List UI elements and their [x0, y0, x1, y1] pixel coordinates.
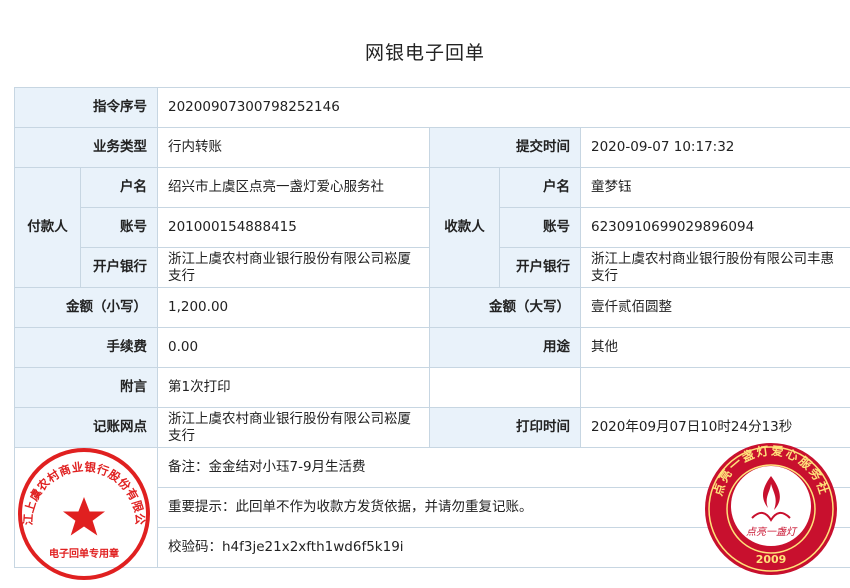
row-fee: 手续费 0.00 用途 其他	[14, 327, 850, 368]
print-time-label: 打印时间	[429, 407, 581, 448]
row-business-type: 业务类型 行内转账 提交时间 2020-09-07 10:17:32	[14, 127, 850, 168]
business-type-value: 行内转账	[157, 127, 430, 168]
row-postscript: 附言 第1次打印	[14, 367, 850, 408]
page-title: 网银电子回单	[364, 42, 485, 64]
postscript-label: 附言	[14, 367, 158, 408]
star-icon	[63, 497, 105, 536]
payer-account-label: 账号	[80, 207, 158, 248]
payer-bank-label: 开户银行	[80, 247, 158, 288]
row-amounts: 金额（小写） 1,200.00 金额（大写） 壹仟贰佰圆整	[14, 287, 850, 328]
payer-account-value: 201000154888415	[157, 207, 430, 248]
submit-time-value: 2020-09-07 10:17:32	[579, 127, 850, 168]
submit-time-label: 提交时间	[429, 127, 581, 168]
instruction-no-value: 20200907300798252146	[156, 87, 850, 128]
payee-account-value: 6230910699029896094	[579, 207, 850, 248]
payer-name-label: 户名	[80, 167, 158, 208]
payee-bank-value: 浙江上虞农村商业银行股份有限公司丰惠支行	[579, 247, 850, 288]
empty-cell	[579, 367, 850, 408]
amount-small-label: 金额（小写）	[14, 287, 158, 328]
bank-seal: 浙江上虞农村商业银行股份有限公司 电子回单专用章	[12, 445, 150, 580]
instruction-no-label: 指令序号	[14, 87, 158, 128]
amount-small-value: 1,200.00	[157, 287, 430, 328]
empty-cell	[429, 367, 581, 408]
payee-account-label: 账号	[499, 207, 581, 248]
business-type-label: 业务类型	[14, 127, 158, 168]
club-seal-year: 2009	[756, 553, 787, 566]
fee-value: 0.00	[157, 327, 430, 368]
row-names: 付款人 户名 绍兴市上虞区点亮一盏灯爱心服务社 收款人 户名 童梦钰	[14, 167, 850, 288]
fee-label: 手续费	[14, 327, 158, 368]
club-seal: 点亮一盏灯爱心服务社 点亮一盏灯 2009	[705, 443, 837, 575]
row-instruction-no: 指令序号 20200907300798252146	[14, 87, 850, 128]
branch-label: 记账网点	[14, 407, 158, 448]
amount-big-label: 金额（大写）	[429, 287, 581, 328]
club-seal-center: 点亮一盏灯	[746, 526, 798, 538]
payee-group-label: 收款人	[429, 167, 500, 288]
payer-name-value: 绍兴市上虞区点亮一盏灯爱心服务社	[157, 167, 430, 208]
amount-big-value: 壹仟贰佰圆整	[579, 287, 850, 328]
bank-seal-subtext: 电子回单专用章	[49, 547, 119, 560]
postscript-value: 第1次打印	[157, 367, 430, 408]
usage-value: 其他	[579, 327, 850, 368]
payee-bank-label: 开户银行	[499, 247, 581, 288]
payee-name-label: 户名	[499, 167, 581, 208]
payer-group-label: 付款人	[14, 167, 81, 288]
branch-value: 浙江上虞农村商业银行股份有限公司崧厦支行	[157, 407, 430, 448]
payee-name-value: 童梦钰	[579, 167, 850, 208]
usage-label: 用途	[429, 327, 581, 368]
payer-bank-value: 浙江上虞农村商业银行股份有限公司崧厦支行	[157, 247, 430, 288]
